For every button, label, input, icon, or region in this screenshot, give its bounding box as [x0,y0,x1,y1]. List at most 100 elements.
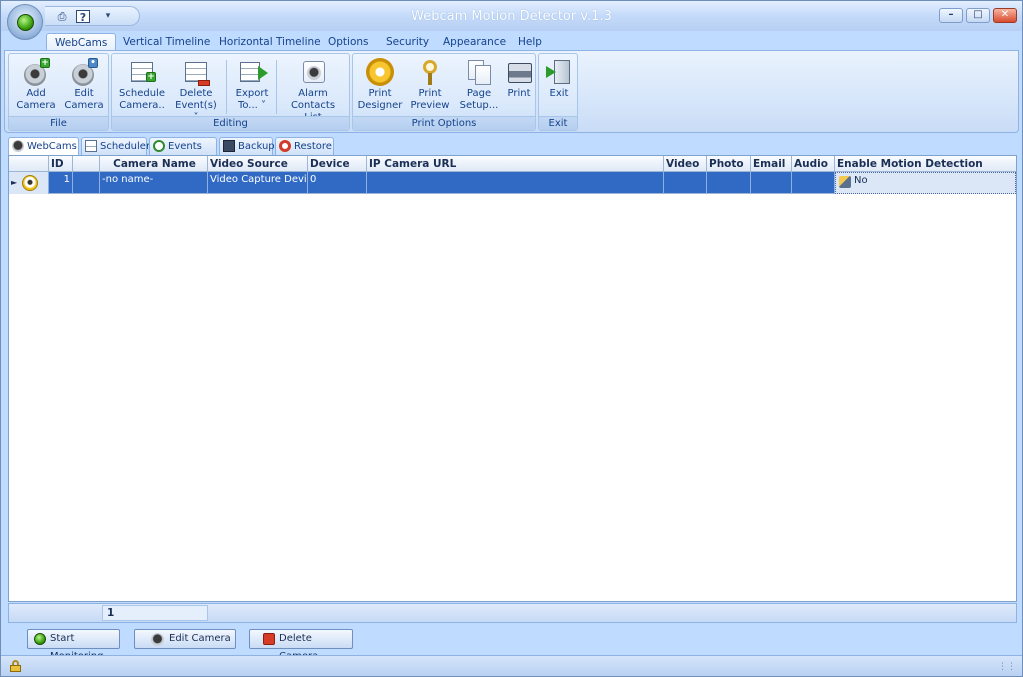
restore-icon [279,140,291,152]
cell-photo[interactable] [707,172,751,194]
header-ip-camera-url[interactable]: IP Camera URL [367,156,664,172]
header-video-source[interactable]: Video Source [208,156,308,172]
schedule-camera-button[interactable]: + Schedule Camera.. [118,58,166,116]
subtab-scheduler[interactable]: Scheduler [81,137,150,156]
group-exit: Exit Exit [538,53,578,131]
maximize-button[interactable]: □ [966,8,990,23]
cell-video-source[interactable]: Video Capture Device [208,172,308,194]
start-monitoring-button[interactable]: Start Monitoring [27,629,120,662]
minimize-button[interactable]: – [939,8,963,23]
window-title: Webcam Motion Detector v.1.3 [411,9,612,24]
menu-tabs: WebCams Vertical Timeline Horizontal Tim… [1,31,1022,51]
subtab-events-list[interactable]: Events List [149,137,217,169]
group-label-exit: Exit [539,116,577,130]
cell-id[interactable]: 1 [49,172,73,194]
floppy-icon [223,140,235,152]
schedule-icon: + [128,58,156,86]
delete-camera-icon [263,633,275,645]
lock-icon[interactable] [10,660,21,672]
page-setup-button[interactable]: Page Setup... [457,58,501,116]
group-editing: + ScheduleCamera.. DeleteEvent(s) ˅ Expo… [111,53,350,131]
add-camera-icon: + [22,58,50,86]
status-bar: ⋮⋮ [1,655,1022,676]
alarm-contacts-button[interactable]: AlarmContacts List [282,58,344,123]
cell-device[interactable]: 0 [308,172,367,194]
edit-camera-icon: • [70,58,98,86]
gear-icon [366,58,394,86]
cell-audio[interactable] [792,172,835,194]
exit-icon [545,58,573,86]
page-setup-icon [465,58,493,86]
export-icon [238,58,268,86]
table-row[interactable]: ► 1 -no name- Video Capture Device 0 No [9,172,1016,194]
events-icon [153,140,165,152]
subtab-backup[interactable]: Backup [219,137,275,156]
cell-camera-name[interactable]: -no name- [100,172,208,194]
edit-camera-button[interactable]: Edit Camera [134,629,236,649]
app-menu-button[interactable] [7,4,43,40]
grid-footer: 1 [8,603,1017,623]
print-preview-button[interactable]: Print Preview [407,58,453,116]
print-icon [505,58,533,86]
print-designer-button[interactable]: Print Designer [357,58,403,116]
header-camera-name[interactable]: Camera Name [100,156,208,172]
header-audio[interactable]: Audio [792,156,835,172]
delete-events-button[interactable]: DeleteEvent(s) ˅ [172,58,220,123]
cell-email[interactable] [751,172,792,194]
exit-button[interactable]: Exit [541,58,577,116]
export-to-button[interactable]: Export To... ˅ [232,58,272,116]
header-photo[interactable]: Photo [707,156,751,172]
cell-video[interactable] [664,172,707,194]
delete-events-icon [182,58,210,86]
tab-webcams[interactable]: WebCams [46,33,117,51]
cell-ip-camera-url[interactable] [367,172,664,194]
print-button[interactable]: Print [503,58,535,116]
add-camera-button[interactable]: + Add Camera [13,58,59,116]
delete-camera-button[interactable]: Delete Camera [249,629,353,662]
row-pointer-icon: ► [11,178,18,187]
separator [226,60,227,114]
tab-horizontal-timeline[interactable]: Horizontal Timeline [211,33,329,51]
webcam-icon [22,175,38,191]
orb-icon [17,14,34,31]
tab-help[interactable]: Help [510,33,550,51]
tab-security[interactable]: Security [378,33,437,51]
edit-camera-ribbon-button[interactable]: • Edit Camera [61,58,107,116]
contacts-icon [299,58,327,86]
start-icon [34,633,46,645]
subtab-restore[interactable]: Restore [275,137,334,156]
header-blank[interactable] [73,156,100,172]
tab-options[interactable]: Options [320,33,377,51]
group-print-options: Print Designer Print Preview Page Setup... … [352,53,536,131]
header-device[interactable]: Device [308,156,367,172]
motion-detection-icon [839,176,851,188]
subtab-webcams[interactable]: WebCams [8,137,79,156]
tab-appearance[interactable]: Appearance [435,33,514,51]
cell-enable-motion-detection[interactable]: No [835,172,1016,194]
group-file: + Add Camera • Edit Camera File [8,53,109,131]
title-bar: ⎙ ? ▾ Webcam Motion Detector v.1.3 – □ ✕ [1,1,1022,31]
resize-grip-icon[interactable]: ⋮⋮ [998,662,1016,672]
header-enable-motion-detection[interactable]: Enable Motion Detection [835,156,1016,172]
row-indicator[interactable]: ► [9,172,49,194]
group-label-editing: Editing [112,116,349,130]
header-id[interactable]: ID [49,156,73,172]
cell-blank[interactable] [73,172,100,194]
record-count: 1 [102,605,208,621]
header-indicator [9,156,49,172]
header-video[interactable]: Video [664,156,707,172]
grid-header: ID Camera Name Video Source Device IP Ca… [9,156,1016,172]
tab-vertical-timeline[interactable]: Vertical Timeline [115,33,218,51]
cameras-grid: ID Camera Name Video Source Device IP Ca… [8,155,1017,602]
group-label-print-options: Print Options [353,116,535,130]
preview-icon [416,58,444,86]
webcam-icon [12,140,24,152]
group-label-file: File [9,116,108,130]
app-window: ⎙ ? ▾ Webcam Motion Detector v.1.3 – □ ✕… [0,0,1023,677]
edit-camera-icon [151,633,164,646]
calendar-icon [85,140,97,152]
header-email[interactable]: Email [751,156,792,172]
close-button[interactable]: ✕ [993,8,1017,23]
separator [276,60,277,114]
ribbon: + Add Camera • Edit Camera File + Schedule… [4,50,1019,133]
